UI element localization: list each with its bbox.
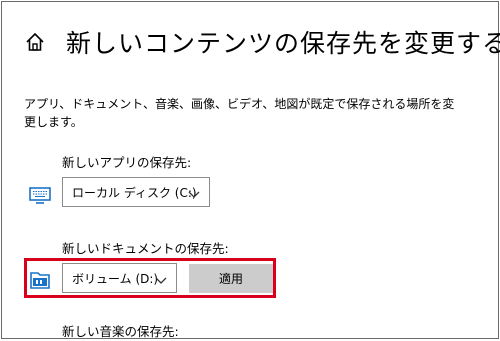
page-description: アプリ、ドキュメント、音楽、画像、ビデオ、地図が既定で保存される場所を変更します… [24, 97, 455, 129]
page-title: 新しいコンテンツの保存先を変更する [66, 29, 500, 58]
documents-location-label: 新しいドキュメントの保存先: [62, 241, 229, 256]
highlight-frame [24, 258, 276, 298]
apps-location-value: ローカル ディスク (C:) [72, 185, 197, 200]
settings-page: 新しいコンテンツの保存先を変更する アプリ、ドキュメント、音楽、画像、ビデオ、地… [1, 1, 500, 339]
music-location-label: 新しい音楽の保存先: [62, 324, 179, 339]
chevron-down-icon [188, 188, 200, 198]
home-icon[interactable] [24, 31, 46, 53]
apps-location-dropdown[interactable]: ローカル ディスク (C:) [62, 177, 210, 207]
page-header: 新しいコンテンツの保存先を変更する [24, 24, 500, 60]
monitor-icon [28, 185, 54, 207]
apps-location-label: 新しいアプリの保存先: [62, 155, 192, 170]
